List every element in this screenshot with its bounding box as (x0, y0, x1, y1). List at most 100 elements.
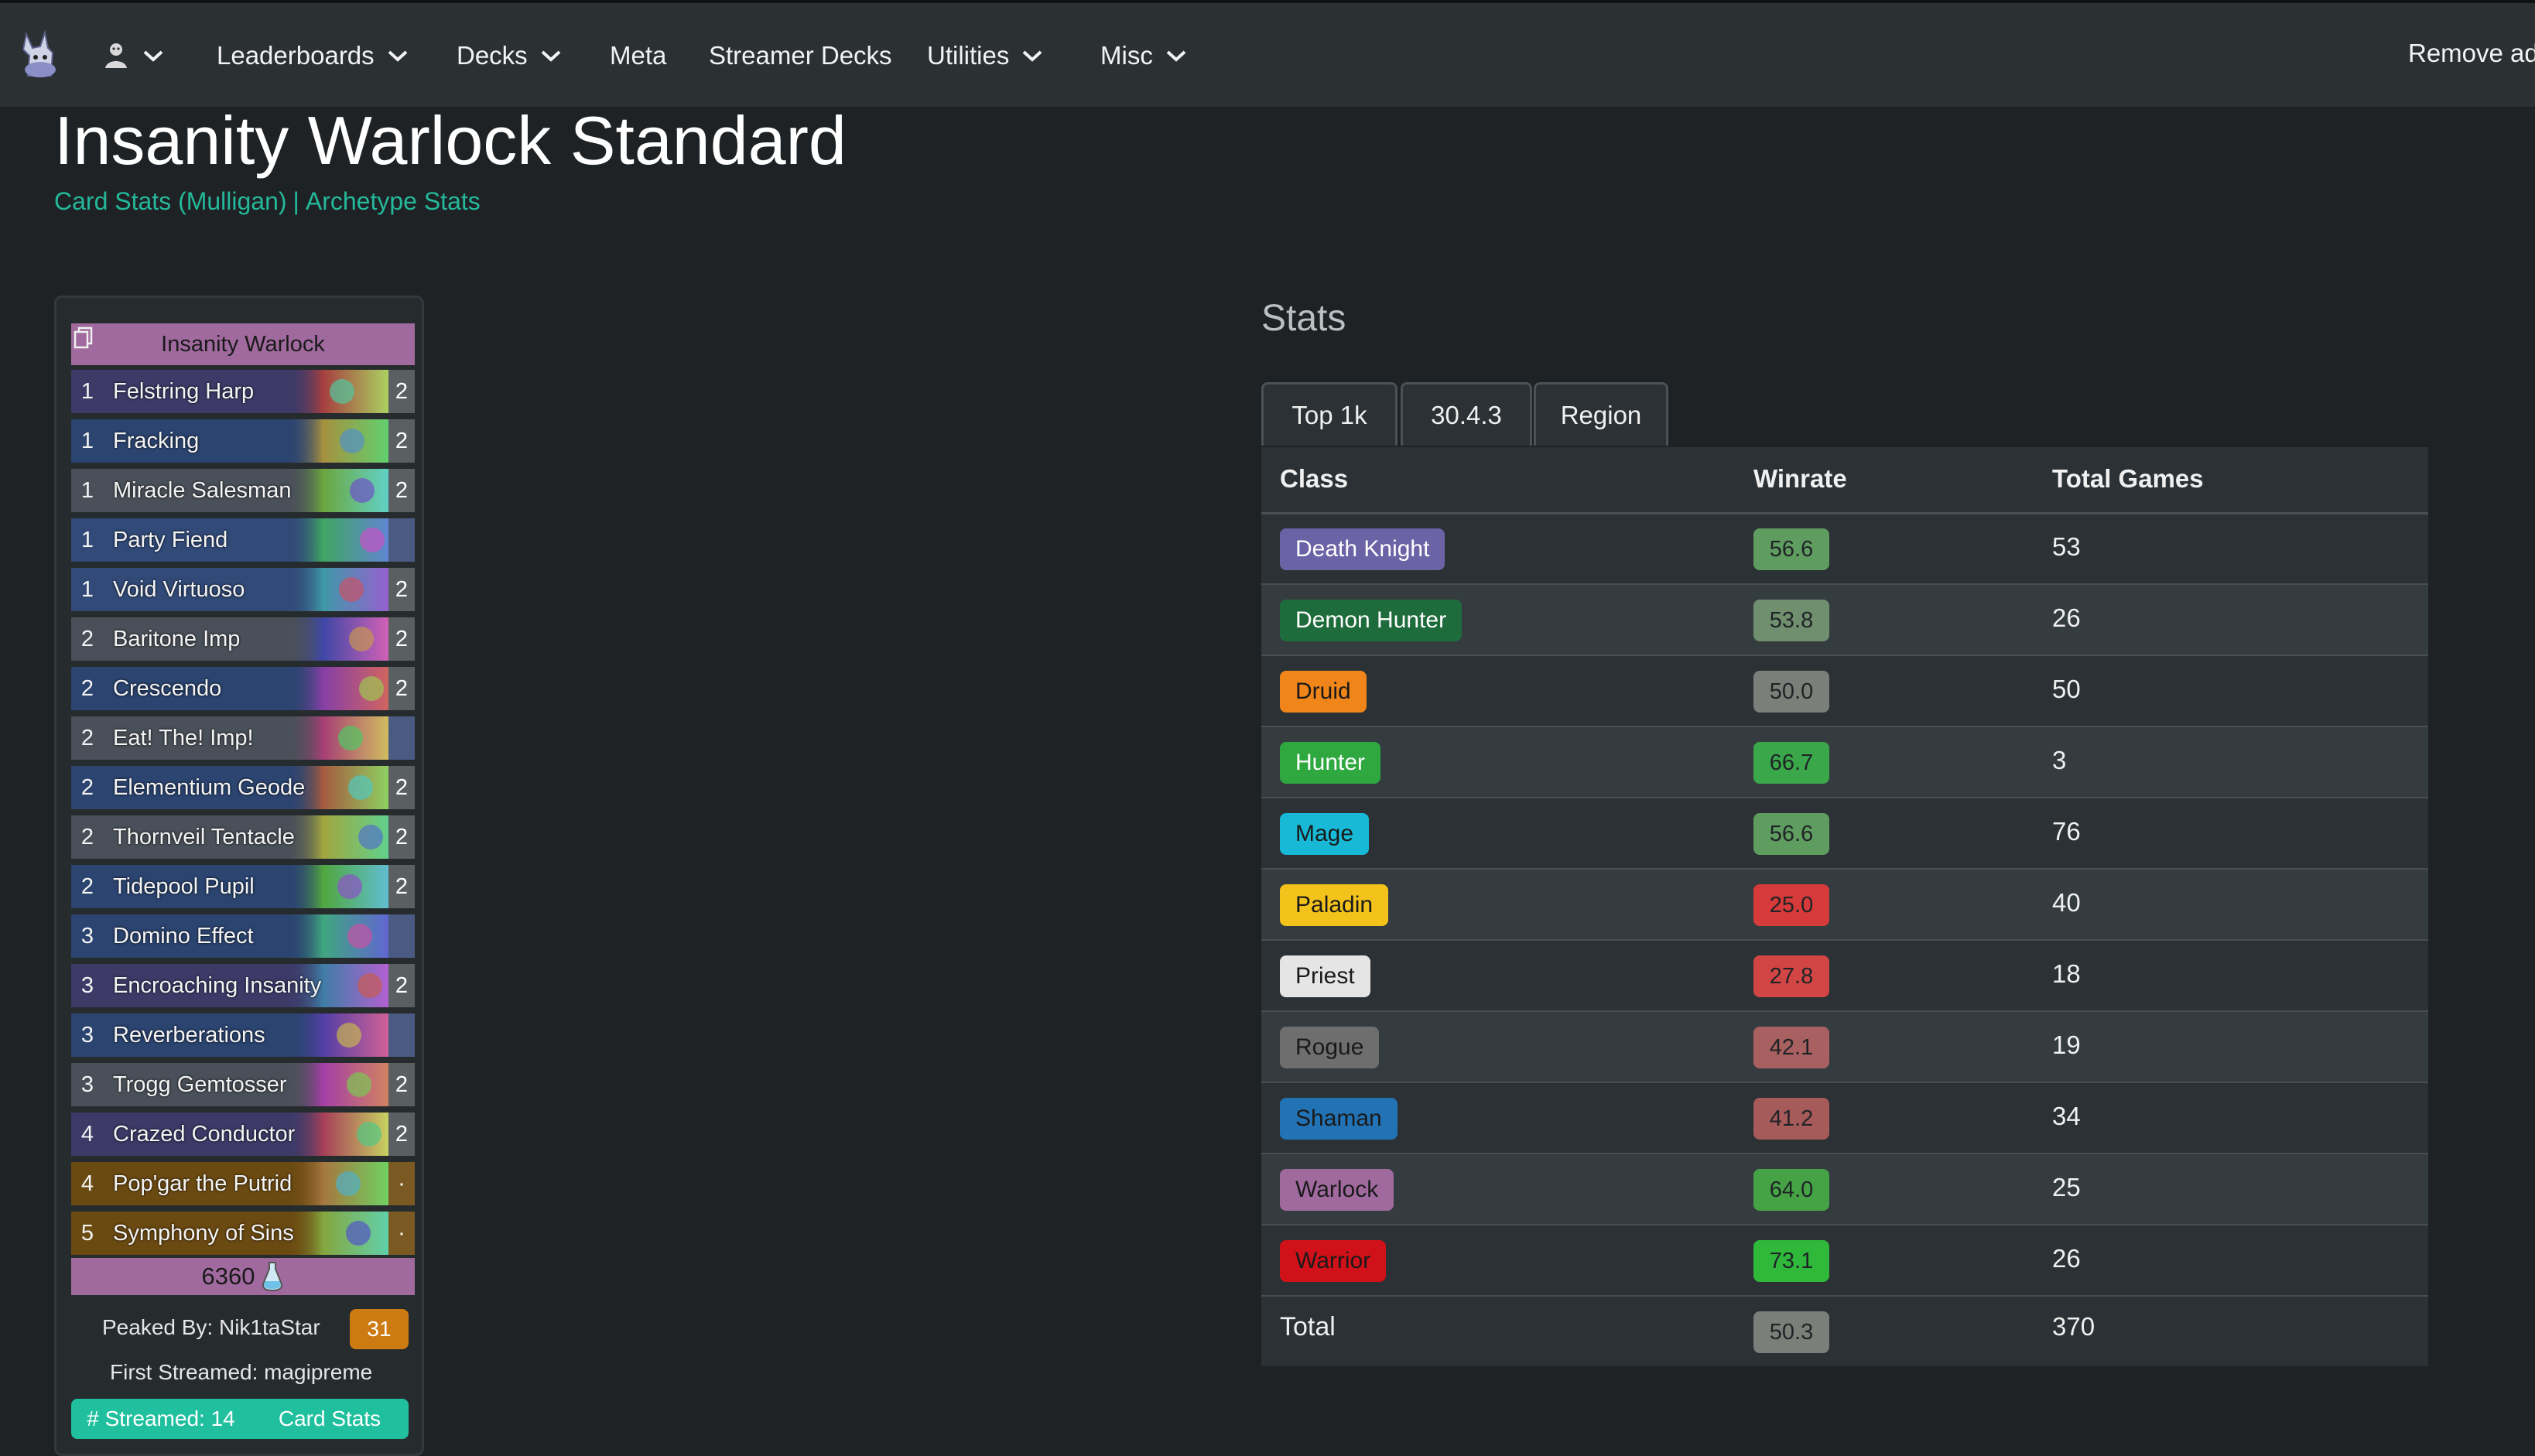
class-badge[interactable]: Death Knight (1280, 528, 1445, 570)
winrate-badge: 42.1 (1753, 1027, 1829, 1068)
winrate-badge: 56.6 (1753, 528, 1829, 570)
site-logo-icon[interactable] (14, 29, 68, 79)
winrate-badge: 50.0 (1753, 671, 1829, 713)
class-badge[interactable]: Druid (1280, 671, 1367, 713)
card-row[interactable]: 3 Trogg Gemtosser 2 (71, 1063, 415, 1106)
card-name: Thornveil Tentacle (113, 824, 295, 849)
nav-utilities-label: Utilities (927, 41, 1010, 70)
total-games-cell: 50 (2052, 675, 2081, 703)
copy-deck-icon[interactable] (71, 325, 98, 351)
total-games-cell: 3 (2052, 746, 2067, 774)
nav-leaderboards[interactable]: Leaderboards (217, 36, 409, 76)
card-count: 2 (388, 1113, 415, 1156)
card-row[interactable]: 3 Reverberations (71, 1013, 415, 1057)
card-name: Party Fiend (113, 527, 228, 552)
card-count (388, 914, 415, 958)
remove-ads-link[interactable]: Remove ad (2408, 39, 2535, 68)
chevron-down-icon (388, 50, 408, 62)
card-name: Eat! The! Imp! (113, 725, 254, 750)
row-divider (1261, 1295, 2428, 1297)
table-row (1261, 727, 2428, 798)
card-row[interactable]: 1 Miracle Salesman 2 (71, 469, 415, 512)
card-cost: 1 (80, 576, 94, 602)
filter-region-button[interactable]: Region (1534, 382, 1668, 446)
card-row[interactable]: 2 Thornveil Tentacle 2 (71, 815, 415, 859)
class-badge[interactable]: Rogue (1280, 1027, 1380, 1068)
card-name: Elementium Geode (113, 774, 306, 800)
filter-patch-button[interactable]: 30.4.3 (1401, 382, 1532, 446)
total-games: 370 (2052, 1312, 2095, 1341)
nav-decks[interactable]: Decks (457, 36, 562, 76)
archetype-stats-link[interactable]: Archetype Stats (306, 187, 481, 215)
nav-utilities[interactable]: Utilities (927, 36, 1043, 76)
class-badge[interactable]: Mage (1280, 813, 1370, 855)
card-row[interactable]: 4 Crazed Conductor 2 (71, 1113, 415, 1156)
class-badge[interactable]: Warrior (1280, 1240, 1387, 1282)
card-cost: 1 (80, 428, 94, 453)
table-row (1261, 656, 2428, 727)
card-name: Miracle Salesman (113, 477, 292, 503)
winrate-badge: 64.0 (1753, 1169, 1829, 1211)
card-row[interactable]: 2 Crescendo 2 (71, 667, 415, 710)
card-cost: 1 (80, 527, 94, 552)
card-stats-mulligan-link[interactable]: Card Stats (Mulligan) (54, 187, 287, 215)
card-name: Symphony of Sins (113, 1220, 294, 1246)
card-count: 2 (388, 964, 415, 1007)
card-row[interactable]: 1 Void Virtuoso 2 (71, 568, 415, 611)
nav-misc-label: Misc (1100, 41, 1153, 70)
filter-top1k-button[interactable]: Top 1k (1261, 382, 1398, 446)
card-name: Felstring Harp (113, 378, 255, 404)
page-title: Insanity Warlock Standard (54, 102, 847, 179)
card-row[interactable]: 1 Felstring Harp 2 (71, 370, 415, 413)
class-badge[interactable]: Shaman (1280, 1098, 1398, 1140)
table-row (1261, 1225, 2428, 1297)
card-row[interactable]: 4 Pop'gar the Putrid · (71, 1162, 415, 1205)
card-count: 2 (388, 419, 415, 463)
nav-meta[interactable]: Meta (610, 36, 666, 76)
column-header-winrate[interactable]: Winrate (1753, 464, 1847, 494)
card-row[interactable]: 1 Fracking 2 (71, 419, 415, 463)
card-name: Reverberations (113, 1022, 265, 1048)
card-row[interactable]: 2 Elementium Geode 2 (71, 766, 415, 809)
card-row[interactable]: 2 Tidepool Pupil 2 (71, 865, 415, 908)
class-badge[interactable]: Priest (1280, 955, 1370, 997)
table-row (1261, 798, 2428, 870)
column-header-total-games[interactable]: Total Games (2052, 464, 2204, 494)
card-name: Domino Effect (113, 923, 254, 948)
account-menu[interactable] (102, 36, 164, 76)
card-row[interactable]: 2 Eat! The! Imp! (71, 716, 415, 760)
card-count (388, 716, 415, 760)
total-games-cell: 53 (2052, 532, 2081, 561)
card-count: 2 (388, 568, 415, 611)
dust-icon (262, 1262, 283, 1292)
card-stats-button[interactable]: Card Stats (251, 1399, 409, 1439)
card-row[interactable]: 3 Encroaching Insanity 2 (71, 964, 415, 1007)
card-count (388, 1013, 415, 1057)
nav-meta-label: Meta (610, 41, 667, 70)
column-header-class[interactable]: Class (1280, 464, 1348, 494)
card-name: Trogg Gemtosser (113, 1071, 287, 1097)
nav-misc[interactable]: Misc (1100, 36, 1187, 76)
card-row[interactable]: 3 Domino Effect (71, 914, 415, 958)
card-count: 2 (388, 667, 415, 710)
nav-streamer-decks[interactable]: Streamer Decks (709, 36, 892, 76)
table-row (1261, 1083, 2428, 1154)
class-badge[interactable]: Paladin (1280, 884, 1389, 926)
winrate-badge: 66.7 (1753, 742, 1829, 784)
card-row[interactable]: 1 Party Fiend (71, 518, 415, 562)
card-count: 2 (388, 1063, 415, 1106)
card-count: 2 (388, 469, 415, 512)
card-cost: 3 (80, 923, 94, 948)
card-cost: 4 (80, 1171, 94, 1196)
class-badge[interactable]: Warlock (1280, 1169, 1394, 1211)
card-name: Baritone Imp (113, 626, 241, 651)
total-games-cell: 26 (2052, 1244, 2081, 1273)
dust-cost: 6360 (201, 1263, 255, 1290)
card-row[interactable]: 5 Symphony of Sins · (71, 1212, 415, 1255)
first-streamed: First Streamed: magipreme (110, 1360, 373, 1384)
class-badge[interactable]: Hunter (1280, 742, 1381, 784)
streamed-count-button[interactable]: # Streamed: 14 (71, 1399, 251, 1439)
class-badge[interactable]: Demon Hunter (1280, 600, 1462, 641)
link-separator: | (292, 187, 299, 215)
card-row[interactable]: 2 Baritone Imp 2 (71, 617, 415, 661)
